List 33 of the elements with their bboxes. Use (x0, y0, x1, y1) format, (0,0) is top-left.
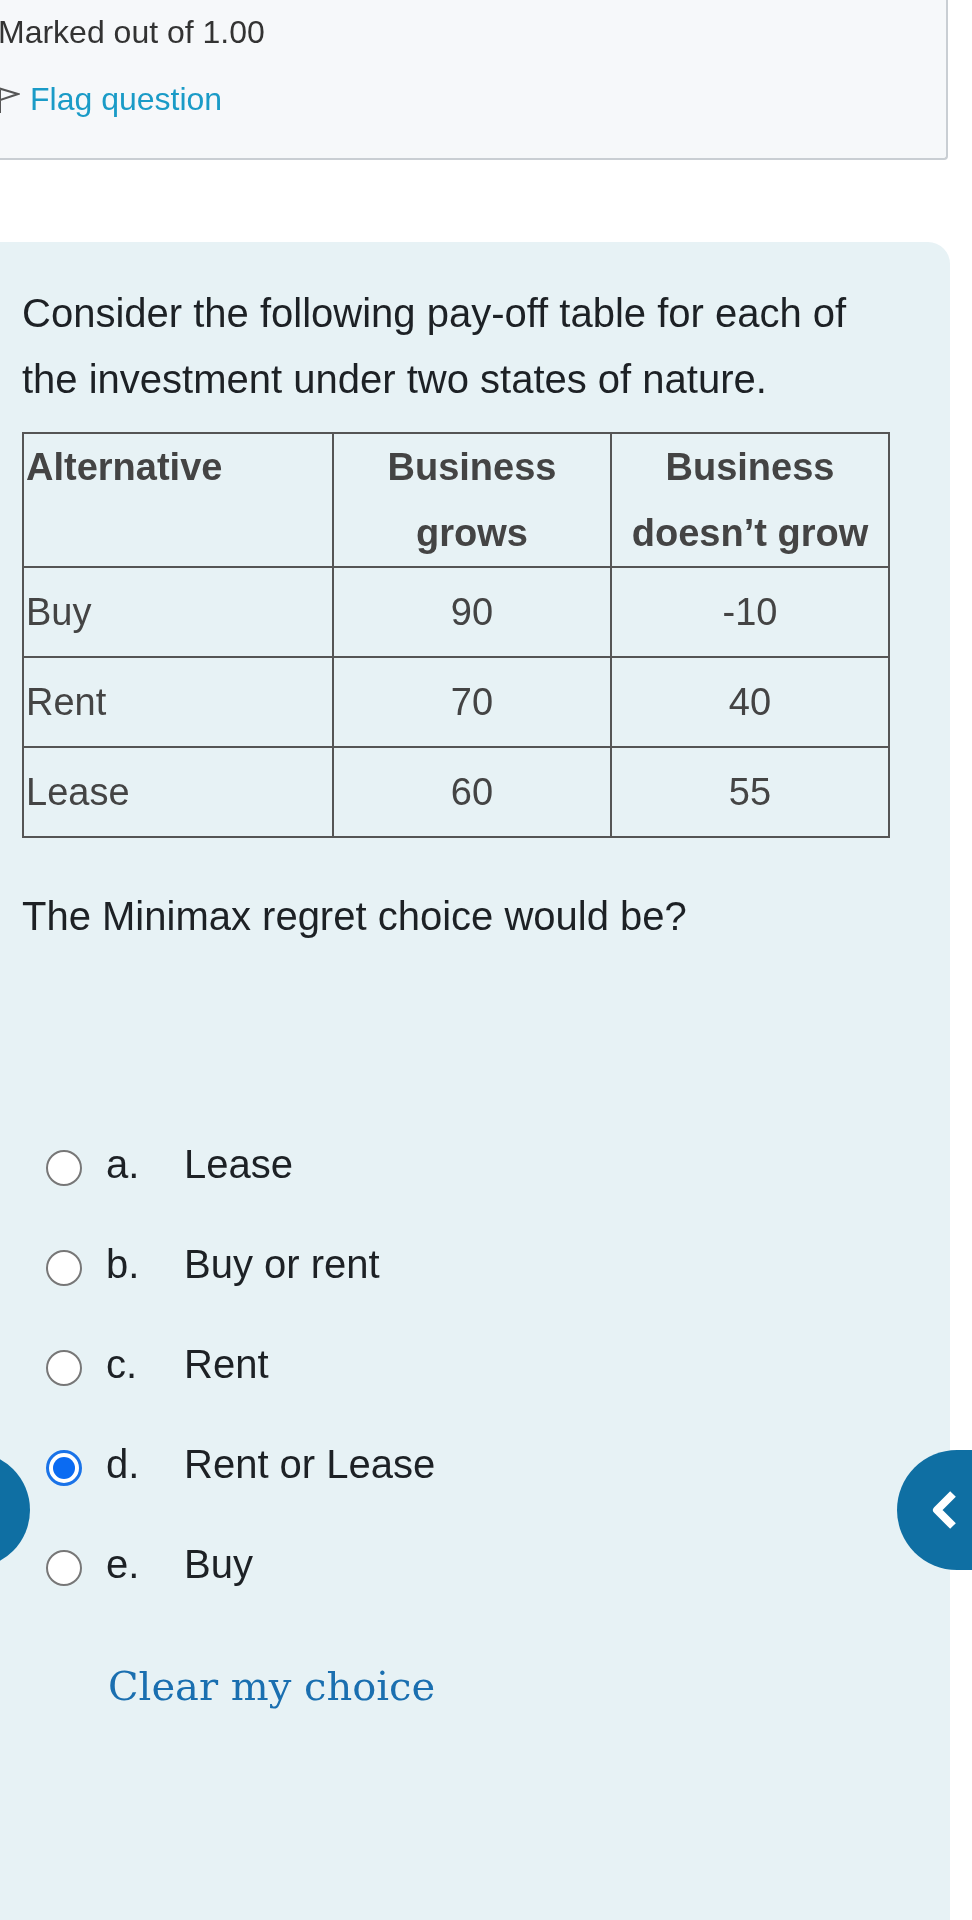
option-letter: b. (106, 1241, 141, 1287)
option-letter: e. (106, 1541, 141, 1587)
marked-text: Marked out of 1.00 (0, 14, 265, 51)
chevron-left-icon (931, 1490, 959, 1530)
table-header: Business doesn’t grow (611, 433, 889, 567)
table-cell: Lease (23, 747, 333, 837)
table-cell: 40 (611, 657, 889, 747)
radio-button[interactable] (46, 1550, 82, 1586)
clear-choice-link[interactable]: Clear my choice (108, 1663, 436, 1709)
question-prompt: The Minimax regret choice would be? (22, 894, 688, 939)
option-label[interactable]: Buy (184, 1541, 253, 1587)
table-header: Business grows (333, 433, 611, 567)
option-label[interactable]: Buy or rent (184, 1241, 380, 1287)
table-cell: Rent (23, 657, 333, 747)
table-header: Alternative (23, 433, 333, 567)
flag-icon[interactable] (0, 85, 20, 114)
question-text: Consider the following pay-off table for each of the investment under two states of nature. (22, 290, 848, 403)
table-cell: 70 (333, 657, 611, 747)
option-letter: c. (106, 1341, 139, 1387)
option-label[interactable]: Rent or Lease (184, 1441, 436, 1487)
option-letter: d. (106, 1441, 141, 1487)
table-cell: Buy (23, 567, 333, 657)
radio-button[interactable] (46, 1450, 82, 1486)
table-cell: 60 (333, 747, 611, 837)
table-cell: -10 (611, 567, 889, 657)
table-cell: 55 (611, 747, 889, 837)
radio-button[interactable] (46, 1150, 82, 1186)
radio-button[interactable] (46, 1250, 82, 1286)
option-label[interactable]: Lease (184, 1141, 293, 1187)
option-letter: a. (106, 1141, 141, 1187)
table-cell: 90 (333, 567, 611, 657)
option-label[interactable]: Rent (184, 1341, 269, 1387)
radio-button[interactable] (46, 1350, 82, 1386)
